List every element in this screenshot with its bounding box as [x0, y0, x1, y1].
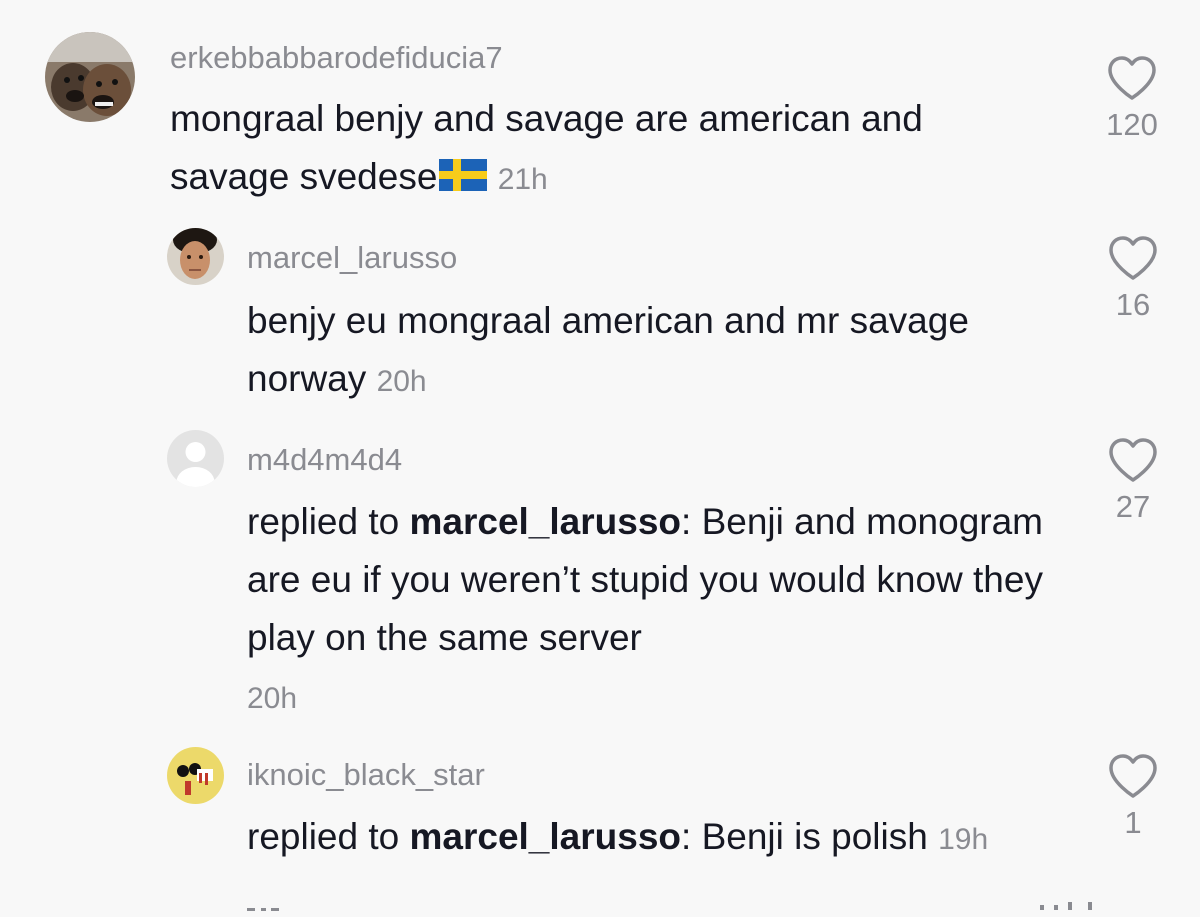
heart-icon[interactable] — [1108, 235, 1158, 281]
comment-username[interactable]: erkebbabbarodefiducia7 — [170, 40, 503, 76]
comment-timestamp: 21h — [497, 163, 548, 196]
comment-text-block: mongraal benjy and savage are american a… — [170, 90, 1050, 209]
like-count: 27 — [1115, 489, 1151, 524]
default-avatar-icon — [167, 430, 224, 487]
heart-icon[interactable] — [1108, 437, 1158, 483]
comment-username[interactable]: m4d4m4d4 — [247, 442, 402, 478]
like-button[interactable]: 120 — [1087, 55, 1177, 143]
like-count: 120 — [1106, 107, 1158, 142]
comment-text: : Benji is polish — [681, 816, 928, 857]
comment-text: benjy eu mongraal american and mr savage… — [247, 300, 969, 399]
avatar[interactable] — [45, 32, 135, 122]
partial-text-glyphs — [247, 908, 279, 911]
cut-off-hide-fragment[interactable] — [1040, 897, 1100, 910]
like-button[interactable]: 27 — [1088, 437, 1178, 525]
partial-text-glyphs — [1040, 902, 1092, 910]
like-button[interactable]: 16 — [1088, 235, 1178, 323]
comment-text-block: replied to marcel_larusso: Benji is poli… — [247, 808, 1107, 869]
like-count: 16 — [1115, 287, 1151, 322]
reply-prefix: replied to — [247, 501, 410, 542]
person-avatar-icon — [167, 228, 224, 285]
reply-item: iknoic_black_star replied to marcel_laru… — [0, 735, 1200, 895]
avatar[interactable] — [167, 228, 224, 285]
avatar[interactable] — [167, 747, 224, 804]
comment-username[interactable]: marcel_larusso — [247, 240, 457, 276]
comment-item: erkebbabbarodefiducia7 mongraal benjy an… — [0, 0, 1200, 215]
cut-off-view-replies-fragment[interactable] — [247, 899, 287, 911]
heart-icon[interactable] — [1108, 753, 1158, 799]
comment-text-block: replied to marcel_larusso: Benji and mon… — [247, 493, 1067, 728]
reply-item: m4d4m4d4 replied to marcel_larusso: Benj… — [0, 415, 1200, 735]
mention-link[interactable]: marcel_larusso — [410, 501, 682, 542]
avatar[interactable] — [167, 430, 224, 487]
heart-icon[interactable] — [1107, 55, 1157, 101]
cartoon-avatar-icon — [167, 747, 224, 804]
comment-text-block: benjy eu mongraal american and mr savage… — [247, 292, 1067, 411]
comment-timestamp: 20h — [376, 365, 427, 398]
mention-link[interactable]: marcel_larusso — [410, 816, 682, 857]
reply-prefix: replied to — [247, 816, 410, 857]
swedish-flag-icon — [439, 159, 488, 191]
comment-timestamp: 19h — [938, 823, 989, 856]
like-button[interactable]: 1 — [1088, 753, 1178, 841]
comment-timestamp: 20h — [247, 682, 298, 715]
comment-username[interactable]: iknoic_black_star — [247, 757, 485, 793]
dog-avatar-icon — [45, 32, 135, 122]
reply-item: marcel_larusso benjy eu mongraal america… — [0, 215, 1200, 415]
like-count: 1 — [1124, 805, 1142, 840]
